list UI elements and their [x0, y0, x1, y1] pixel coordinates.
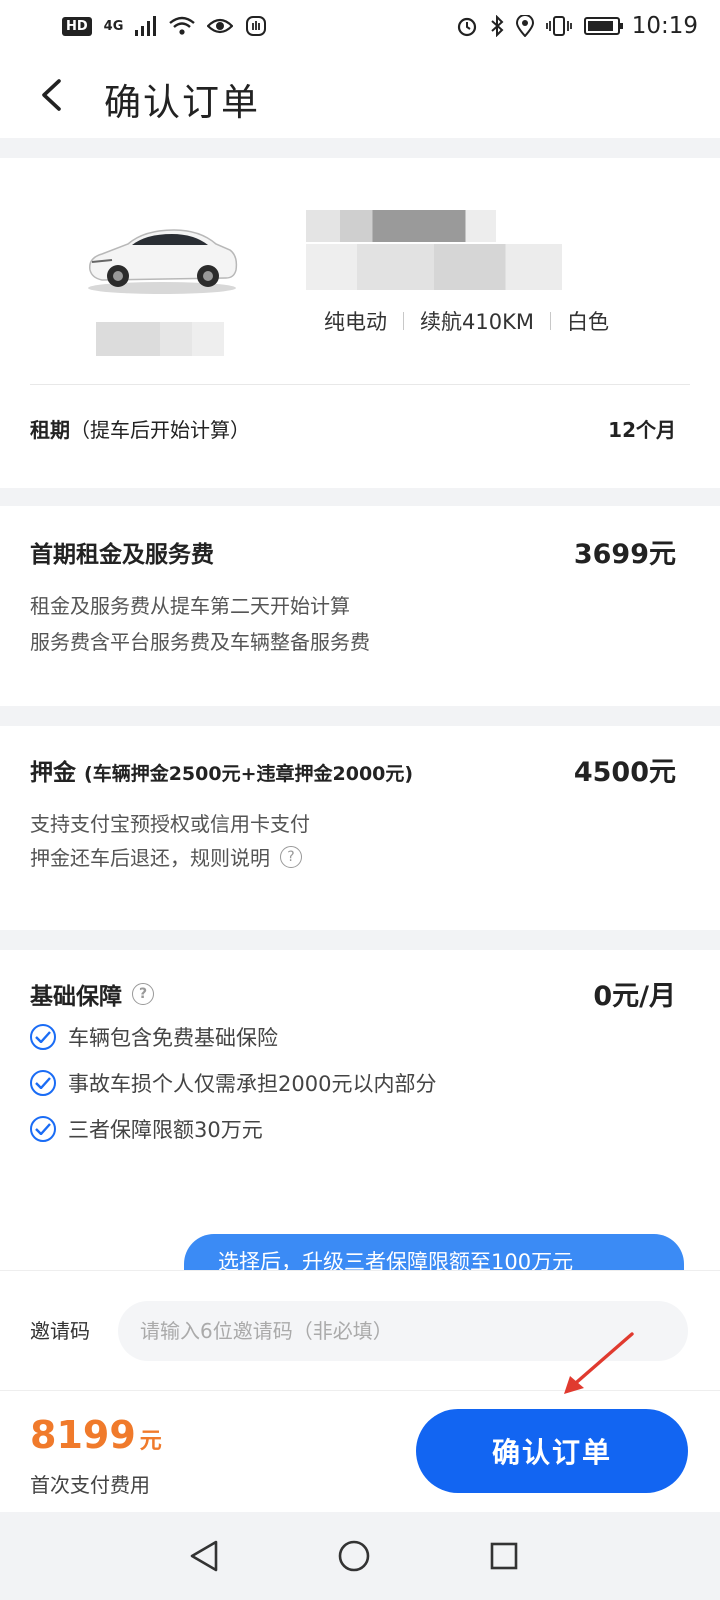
total-amount: 8199	[30, 1413, 136, 1457]
fee-note: 租金及服务费从提车第二天开始计算	[30, 594, 350, 618]
fee-note: 服务费含平台服务费及车辆整备服务费	[30, 630, 370, 654]
insurance-item: 事故车损个人仅需承担2000元以内部分	[30, 1068, 436, 1098]
car-image	[88, 229, 238, 294]
total-unit: 元	[139, 1429, 162, 1454]
deposit-rules[interactable]: 押金还车后退还，规则说明 ?	[30, 842, 302, 871]
wifi-icon	[169, 16, 196, 35]
deposit-header: 押金 (车辆押金2500元+违章押金2000元) 4500元	[30, 750, 676, 789]
insurance-header: 基础保障 ? 0元/月	[30, 974, 676, 1013]
insurance-item: 车辆包含免费基础保险	[30, 1022, 278, 1052]
spec-power: 纯电动	[324, 310, 387, 334]
system-nav-bar	[0, 1512, 720, 1600]
spec-range: 续航410KM	[420, 310, 534, 334]
confirm-order-button[interactable]: 确认订单	[416, 1409, 688, 1493]
total-label: 首次支付费用	[30, 1473, 150, 1497]
nav-back-button[interactable]	[184, 1536, 224, 1576]
status-time: 10:19	[631, 13, 698, 39]
insurance-item-text: 三者保障限额30万元	[68, 1118, 263, 1142]
alarm-icon	[457, 17, 476, 37]
vibrate-icon	[545, 16, 572, 36]
insurance-item: 三者保障限额30万元	[30, 1114, 263, 1144]
fee-section: 首期租金及服务费 3699元 租金及服务费从提车第二天开始计算 服务费含平台服务…	[0, 506, 720, 706]
deposit-section: 押金 (车辆押金2500元+违章押金2000元) 4500元 支持支付宝预授权或…	[0, 726, 720, 930]
deposit-title: 押金	[30, 759, 76, 786]
battery-fill	[587, 21, 613, 31]
car-specs: 纯电动 续航410KM 白色	[324, 306, 609, 336]
lease-row: 租期（提车后开始计算） 12个月	[30, 414, 676, 443]
circle-home-icon	[338, 1540, 370, 1572]
page-header: 确认订单	[0, 52, 720, 138]
lease-label: 租期（提车后开始计算）	[30, 414, 250, 443]
spec-color: 白色	[566, 310, 609, 334]
hand-icon	[246, 16, 267, 36]
deposit-note: 支持支付宝预授权或信用卡支付	[30, 812, 310, 836]
insurance-section: 基础保障 ? 0元/月 车辆包含免费基础保险 事故车损个人仅需承担2000元以内…	[0, 950, 720, 1294]
network-label: 4G	[103, 18, 124, 34]
lease-note: （提车后开始计算）	[70, 418, 250, 442]
status-left: HD 4G	[62, 15, 267, 37]
spec-divider	[549, 312, 551, 330]
check-circle-icon	[30, 1116, 56, 1142]
nav-recent-button[interactable]	[484, 1536, 524, 1576]
total-price: 8199 元	[30, 1413, 162, 1457]
spec-divider	[403, 312, 404, 330]
hd-badge: HD	[62, 16, 92, 36]
page-title: 确认订单	[104, 81, 260, 124]
car-name-blurred	[306, 210, 496, 242]
signal-icon	[135, 16, 157, 36]
insurance-title: 基础保障	[30, 983, 122, 1010]
back-button[interactable]	[30, 74, 72, 116]
chevron-left-icon	[42, 79, 61, 111]
eye-icon	[207, 18, 234, 34]
status-right: 10:19	[456, 13, 698, 39]
checkout-bar: 8199 元 首次支付费用 确认订单	[0, 1390, 720, 1512]
fee-amount: 3699元	[573, 539, 676, 570]
invite-label: 邀请码	[30, 1319, 90, 1343]
annotation-arrow-icon	[564, 1332, 634, 1394]
divider	[30, 384, 690, 385]
insurance-amount: 0元/月	[593, 981, 676, 1012]
battery-icon	[583, 17, 623, 35]
triangle-back-icon	[190, 1540, 218, 1572]
deposit-subtitle: (车辆押金2500元+违章押金2000元)	[84, 762, 414, 785]
nav-home-button[interactable]	[334, 1536, 374, 1576]
check-circle-icon	[30, 1070, 56, 1096]
location-icon	[515, 15, 534, 37]
lease-title: 租期	[30, 418, 70, 442]
fee-header: 首期租金及服务费 3699元	[30, 532, 676, 571]
check-circle-icon	[30, 1024, 56, 1050]
square-recent-icon	[490, 1542, 518, 1570]
insurance-item-text: 事故车损个人仅需承担2000元以内部分	[68, 1072, 437, 1096]
help-icon[interactable]: ?	[132, 982, 154, 1005]
insurance-title-wrap: 基础保障 ?	[30, 977, 154, 1011]
plate-blurred	[96, 322, 224, 356]
insurance-item-text: 车辆包含免费基础保险	[68, 1026, 278, 1050]
help-icon[interactable]: ?	[280, 845, 302, 868]
deposit-amount: 4500元	[573, 757, 676, 788]
car-card: 纯电动 续航410KM 白色 租期（提车后开始计算） 12个月	[0, 158, 720, 488]
deposit-rules-text: 押金还车后退还，规则说明	[30, 846, 270, 870]
fee-title: 首期租金及服务费	[30, 541, 214, 568]
deposit-title-wrap: 押金 (车辆押金2500元+违章押金2000元)	[30, 753, 413, 787]
car-model-blurred	[306, 244, 562, 290]
status-bar: HD 4G 10:19	[0, 0, 720, 52]
bluetooth-icon	[491, 15, 504, 37]
lease-value: 12个月	[608, 418, 676, 442]
